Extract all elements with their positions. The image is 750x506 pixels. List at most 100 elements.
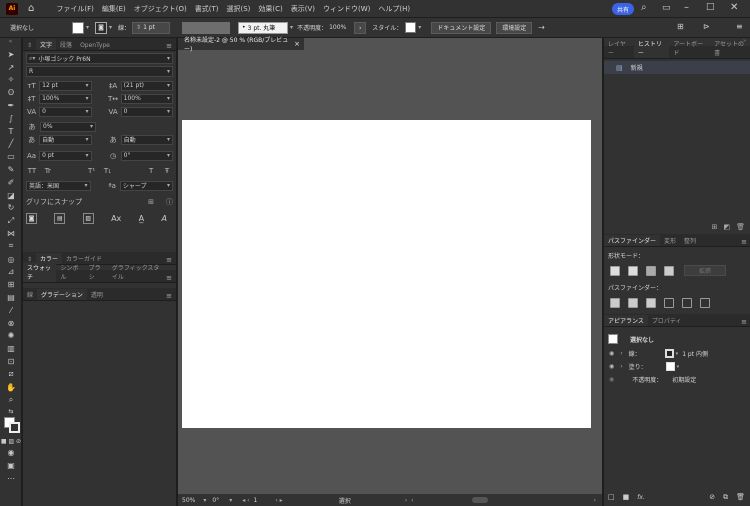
status-arrow-icon[interactable]: › (405, 497, 407, 504)
character-rotation-field[interactable]: 0° ▾ (120, 150, 173, 161)
arrange-icon[interactable]: ▭ (662, 3, 671, 13)
magic-wand-tool-icon[interactable]: ✧ (0, 74, 22, 87)
add-effect-icon[interactable]: fx. (637, 494, 645, 501)
panel-menu-icon[interactable]: ≡ (736, 22, 743, 31)
opacity-value[interactable]: 初期設定 (672, 375, 696, 384)
stroke-color-icon[interactable] (9, 422, 20, 434)
appearance-opacity-row[interactable]: ◉ 不透明度： 初期設定 (604, 373, 750, 386)
minus-back-icon[interactable] (700, 297, 710, 308)
screen-mode-icon[interactable]: ▣ (0, 459, 22, 472)
menu-view[interactable]: 表示(V) (291, 4, 315, 14)
maximize-icon[interactable]: □ (706, 2, 715, 12)
appearance-stroke-row[interactable]: ◉ › 線： ▾ 1 pt 内側 (604, 347, 750, 360)
artboard-tool-icon[interactable]: ⊡ (0, 355, 22, 368)
tab-artboards[interactable]: アートボード (669, 38, 710, 58)
stroke-dropdown-icon[interactable]: ▾ (109, 24, 112, 31)
panel-menu-icon[interactable]: ≡ (741, 318, 747, 326)
outline-icon[interactable] (682, 297, 692, 308)
subscript-button[interactable]: T₁ (101, 167, 113, 175)
horizontal-scrollbar[interactable] (471, 497, 488, 503)
tab-opentype[interactable]: OpenType (76, 41, 114, 50)
eyedropper-tool-icon[interactable]: ⁄ (0, 304, 22, 317)
document-tab[interactable]: 名称未設定-2 @ 50 % (RGB/プレビュー) × (178, 37, 304, 53)
chevron-down-icon[interactable]: ▾ (229, 497, 232, 504)
antialias-field[interactable]: シャープ ▾ (119, 180, 173, 191)
arrange-documents-icon[interactable]: ⇢ (538, 23, 545, 32)
history-item[interactable]: ▤ 新規 (604, 61, 750, 74)
fill-stroke-widget[interactable] (0, 416, 21, 436)
chevron-down-icon[interactable]: ▾ (677, 364, 680, 370)
tab-transparency[interactable]: 透明 (87, 289, 107, 300)
tab-layers[interactable]: レイヤー (604, 38, 634, 58)
baseline-shift-field[interactable]: 0 pt ▾ (39, 150, 92, 161)
tab-paragraph[interactable]: 段落 (56, 39, 76, 50)
scroll-right-icon[interactable]: › (594, 497, 596, 504)
tab-pathfinder[interactable]: パスファインダー (604, 235, 661, 246)
tab-history[interactable]: ヒストリー (633, 38, 670, 58)
column-graph-tool-icon[interactable]: ▥ (0, 342, 22, 355)
strikethrough-button[interactable]: Ŧ (161, 167, 173, 175)
variable-width-profile[interactable] (182, 21, 231, 34)
chevron-down-icon[interactable]: ▾ (676, 351, 679, 357)
intersect-icon[interactable] (646, 265, 656, 276)
snap-baseline-icon[interactable]: ◙ (26, 212, 37, 224)
stroke-swatch[interactable] (664, 349, 674, 358)
exclude-icon[interactable] (664, 265, 674, 276)
opacity-arrow-icon[interactable]: › (354, 21, 367, 34)
previous-artboard-icon[interactable]: ◂ ‹ (242, 497, 249, 504)
scale-tool-icon[interactable]: ⤢ (0, 214, 22, 227)
tab-graphic-styles[interactable]: グラフィックスタイル (108, 262, 166, 282)
blend-tool-icon[interactable]: ⊗ (0, 317, 22, 330)
kerning-field[interactable]: 0 ▾ (39, 106, 92, 117)
menu-object[interactable]: オブジェクト(O) (134, 4, 187, 14)
font-size-field[interactable]: 12 pt ▾ (39, 80, 92, 91)
menu-type[interactable]: 書式(T) (195, 4, 219, 14)
delete-item-icon[interactable]: 🗑 (736, 493, 745, 501)
search-icon[interactable]: ⌕ (641, 2, 647, 13)
expand-button[interactable]: 拡張 (684, 265, 726, 276)
underline-button[interactable]: T (145, 167, 157, 175)
brush-dropdown-icon[interactable]: ▾ (290, 24, 293, 31)
minus-front-icon[interactable] (628, 265, 638, 276)
swap-colors-icon[interactable]: ⇆ (0, 406, 22, 416)
panel-menu-icon[interactable]: ≡ (166, 292, 172, 300)
all-caps-button[interactable]: TT (26, 167, 38, 175)
small-caps-button[interactable]: Tr (42, 167, 54, 175)
menu-edit[interactable]: 編集(E) (102, 4, 126, 14)
tracking-field[interactable]: 0 ▾ (120, 106, 173, 117)
menu-window[interactable]: ウィンドウ(W) (323, 4, 370, 14)
fill-dropdown-icon[interactable]: ▾ (86, 24, 89, 31)
stroke-swatch[interactable]: ◙ (95, 21, 108, 34)
panel-menu-icon[interactable]: ≡ (166, 256, 172, 264)
opacity-label[interactable]: 不透明度： (297, 23, 327, 32)
shaper-tool-icon[interactable]: ✐ (0, 176, 22, 189)
transform-icon[interactable]: ⊳ (703, 22, 710, 31)
panel-menu-icon[interactable]: ≡ (166, 274, 172, 282)
tab-transform[interactable]: 変形 (660, 235, 680, 246)
direct-selection-tool-icon[interactable]: ↗ (0, 61, 22, 74)
artboard-number[interactable]: 1 (254, 497, 258, 504)
panel-menu-icon[interactable]: ≡ (741, 238, 747, 246)
mesh-tool-icon[interactable]: ⊞ (0, 278, 22, 291)
snap-options-icon[interactable]: ⊞ (148, 198, 154, 206)
tsume-field[interactable]: 0% ▾ (40, 121, 96, 132)
new-document-from-state-icon[interactable]: ⊞ (712, 223, 718, 231)
share-button[interactable]: 共有 (612, 3, 634, 15)
gradient-tool-icon[interactable]: ▤ (0, 291, 22, 304)
close-document-icon[interactable]: × (294, 40, 300, 48)
tab-gradient[interactable]: グラデーション (37, 289, 87, 300)
style-dropdown-icon[interactable]: ▾ (418, 24, 421, 31)
snap-xheight-icon[interactable]: ▤ (54, 212, 66, 224)
stepper-icon[interactable]: ⇕ (136, 24, 141, 31)
trim-icon[interactable] (628, 297, 638, 308)
vertical-scale-field[interactable]: 100% ▾ (39, 93, 92, 104)
home-icon[interactable]: ⌂ (28, 3, 34, 14)
tab-align[interactable]: 整列 (680, 235, 700, 246)
shape-builder-tool-icon[interactable]: ◎ (0, 253, 22, 266)
align-icon[interactable]: ⊞ (677, 22, 684, 31)
aki-right-field[interactable]: 自動 ▾ (120, 134, 173, 145)
menu-select[interactable]: 選択(S) (226, 4, 250, 14)
chevron-down-icon[interactable]: ▾ (203, 497, 206, 504)
line-tool-icon[interactable]: ╱ (0, 138, 22, 151)
zoom-tool-icon[interactable]: ⌕ (0, 394, 22, 407)
